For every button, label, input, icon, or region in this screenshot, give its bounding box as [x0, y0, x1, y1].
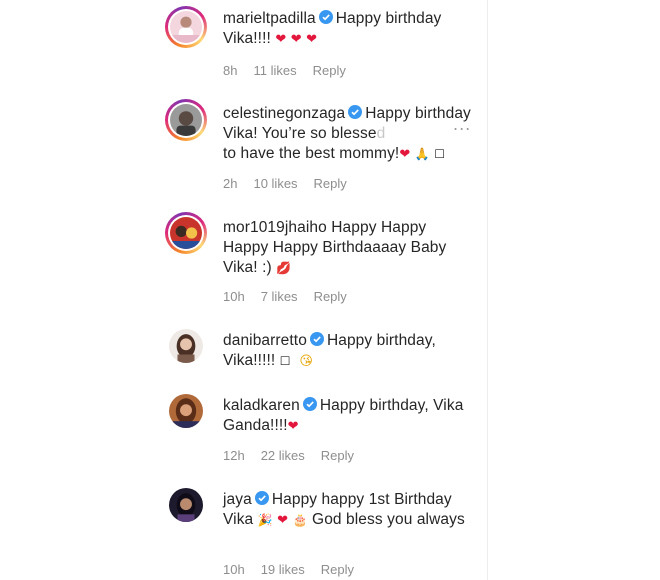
verified-badge-icon: [309, 332, 324, 346]
reply-button[interactable]: Reply: [314, 289, 347, 304]
avatar[interactable]: [165, 484, 207, 526]
comment-time: 10h: [223, 289, 245, 304]
comment-meta: 2h 10 likes Reply: [223, 176, 363, 191]
more-options-icon[interactable]: ...: [453, 115, 471, 134]
heart-emoji: ❤: [277, 512, 289, 527]
comment-time: 10h: [223, 562, 245, 577]
kiss-emoji: 💋: [276, 261, 292, 275]
comment-time: 12h: [223, 448, 245, 463]
avatar[interactable]: [165, 99, 207, 141]
comments-panel: marieltpadilla Happy birthday Vika!!!! ❤ …: [157, 0, 488, 580]
avatar-image: [170, 217, 202, 249]
comment-username[interactable]: jaya: [223, 491, 252, 508]
verified-badge-icon: [302, 397, 317, 411]
unknown-emoji-box: ☐: [279, 354, 291, 368]
cake-emoji: 🎂: [292, 513, 308, 527]
comment-body-end: God bless you always: [307, 511, 465, 528]
heart-emoji: ❤: [290, 31, 302, 46]
comment-username[interactable]: danibarretto: [223, 332, 307, 349]
comment-text: celestinegonzaga Happy birthday Vika! You…: [223, 104, 473, 164]
comment-likes[interactable]: 11 likes: [253, 63, 296, 78]
heart-emoji: ❤: [399, 146, 411, 161]
avatar[interactable]: [165, 325, 207, 367]
comment-text: jaya Happy happy 1st Birthday Vika 🎉 ❤ 🎂 …: [223, 490, 473, 530]
avatar-image: [169, 488, 203, 522]
avatar[interactable]: [165, 212, 207, 254]
comment-text: mor1019jhaiho Happy Happy Happy Happy Bi…: [223, 218, 473, 278]
heart-emoji: ❤: [306, 31, 318, 46]
avatar-image: [170, 104, 202, 136]
avatar[interactable]: [165, 390, 207, 432]
comment-likes[interactable]: 10 likes: [253, 176, 297, 191]
reply-button[interactable]: Reply: [321, 562, 354, 577]
comment-time: 2h: [223, 176, 238, 191]
pray-emoji: 🙏: [414, 147, 430, 161]
comment-meta: 12h 22 likes Reply: [223, 448, 370, 463]
comment-username[interactable]: kaladkaren: [223, 397, 300, 414]
comment-likes[interactable]: 19 likes: [261, 562, 305, 577]
comment-text: kaladkaren Happy birthday, Vika Ganda!!!!…: [223, 396, 473, 436]
comment-body-fade: d: [376, 125, 386, 142]
party-emoji: 🎉: [257, 513, 273, 527]
comment-likes[interactable]: 22 likes: [261, 448, 305, 463]
comment-body-line2: to have the best mommy!: [223, 145, 400, 162]
reply-button[interactable]: Reply: [313, 63, 346, 78]
unknown-emoji-box: ☐: [434, 147, 446, 161]
verified-badge-icon: [318, 10, 333, 24]
comment-meta: 8h 11 likes Reply: [223, 63, 362, 78]
avatar-image: [170, 11, 202, 43]
reply-button[interactable]: Reply: [321, 448, 354, 463]
reply-button[interactable]: Reply: [314, 176, 347, 191]
comment-meta: 10h 7 likes Reply: [223, 289, 363, 304]
verified-badge-icon: [254, 491, 269, 505]
comment-text: danibarretto Happy birthday, Vika!!!!! ☐ …: [223, 331, 473, 371]
comment-likes[interactable]: 7 likes: [261, 289, 298, 304]
comment-meta: 10h 19 likes Reply: [223, 562, 370, 577]
heart-emoji: ❤: [287, 418, 299, 433]
comment-username[interactable]: mor1019jhaiho: [223, 219, 327, 236]
comment-time: 8h: [223, 63, 238, 78]
verified-badge-icon: [348, 105, 363, 119]
comment-username[interactable]: marieltpadilla: [223, 10, 316, 27]
avatar-image: [169, 329, 203, 363]
comment-username[interactable]: celestinegonzaga: [223, 105, 345, 122]
avatar-image: [169, 394, 203, 428]
heart-emoji: ❤: [275, 31, 287, 46]
kissing-face-emoji: 😘: [299, 353, 314, 368]
avatar[interactable]: [165, 6, 207, 48]
comment-text: marieltpadilla Happy birthday Vika!!!! ❤ …: [223, 9, 473, 49]
